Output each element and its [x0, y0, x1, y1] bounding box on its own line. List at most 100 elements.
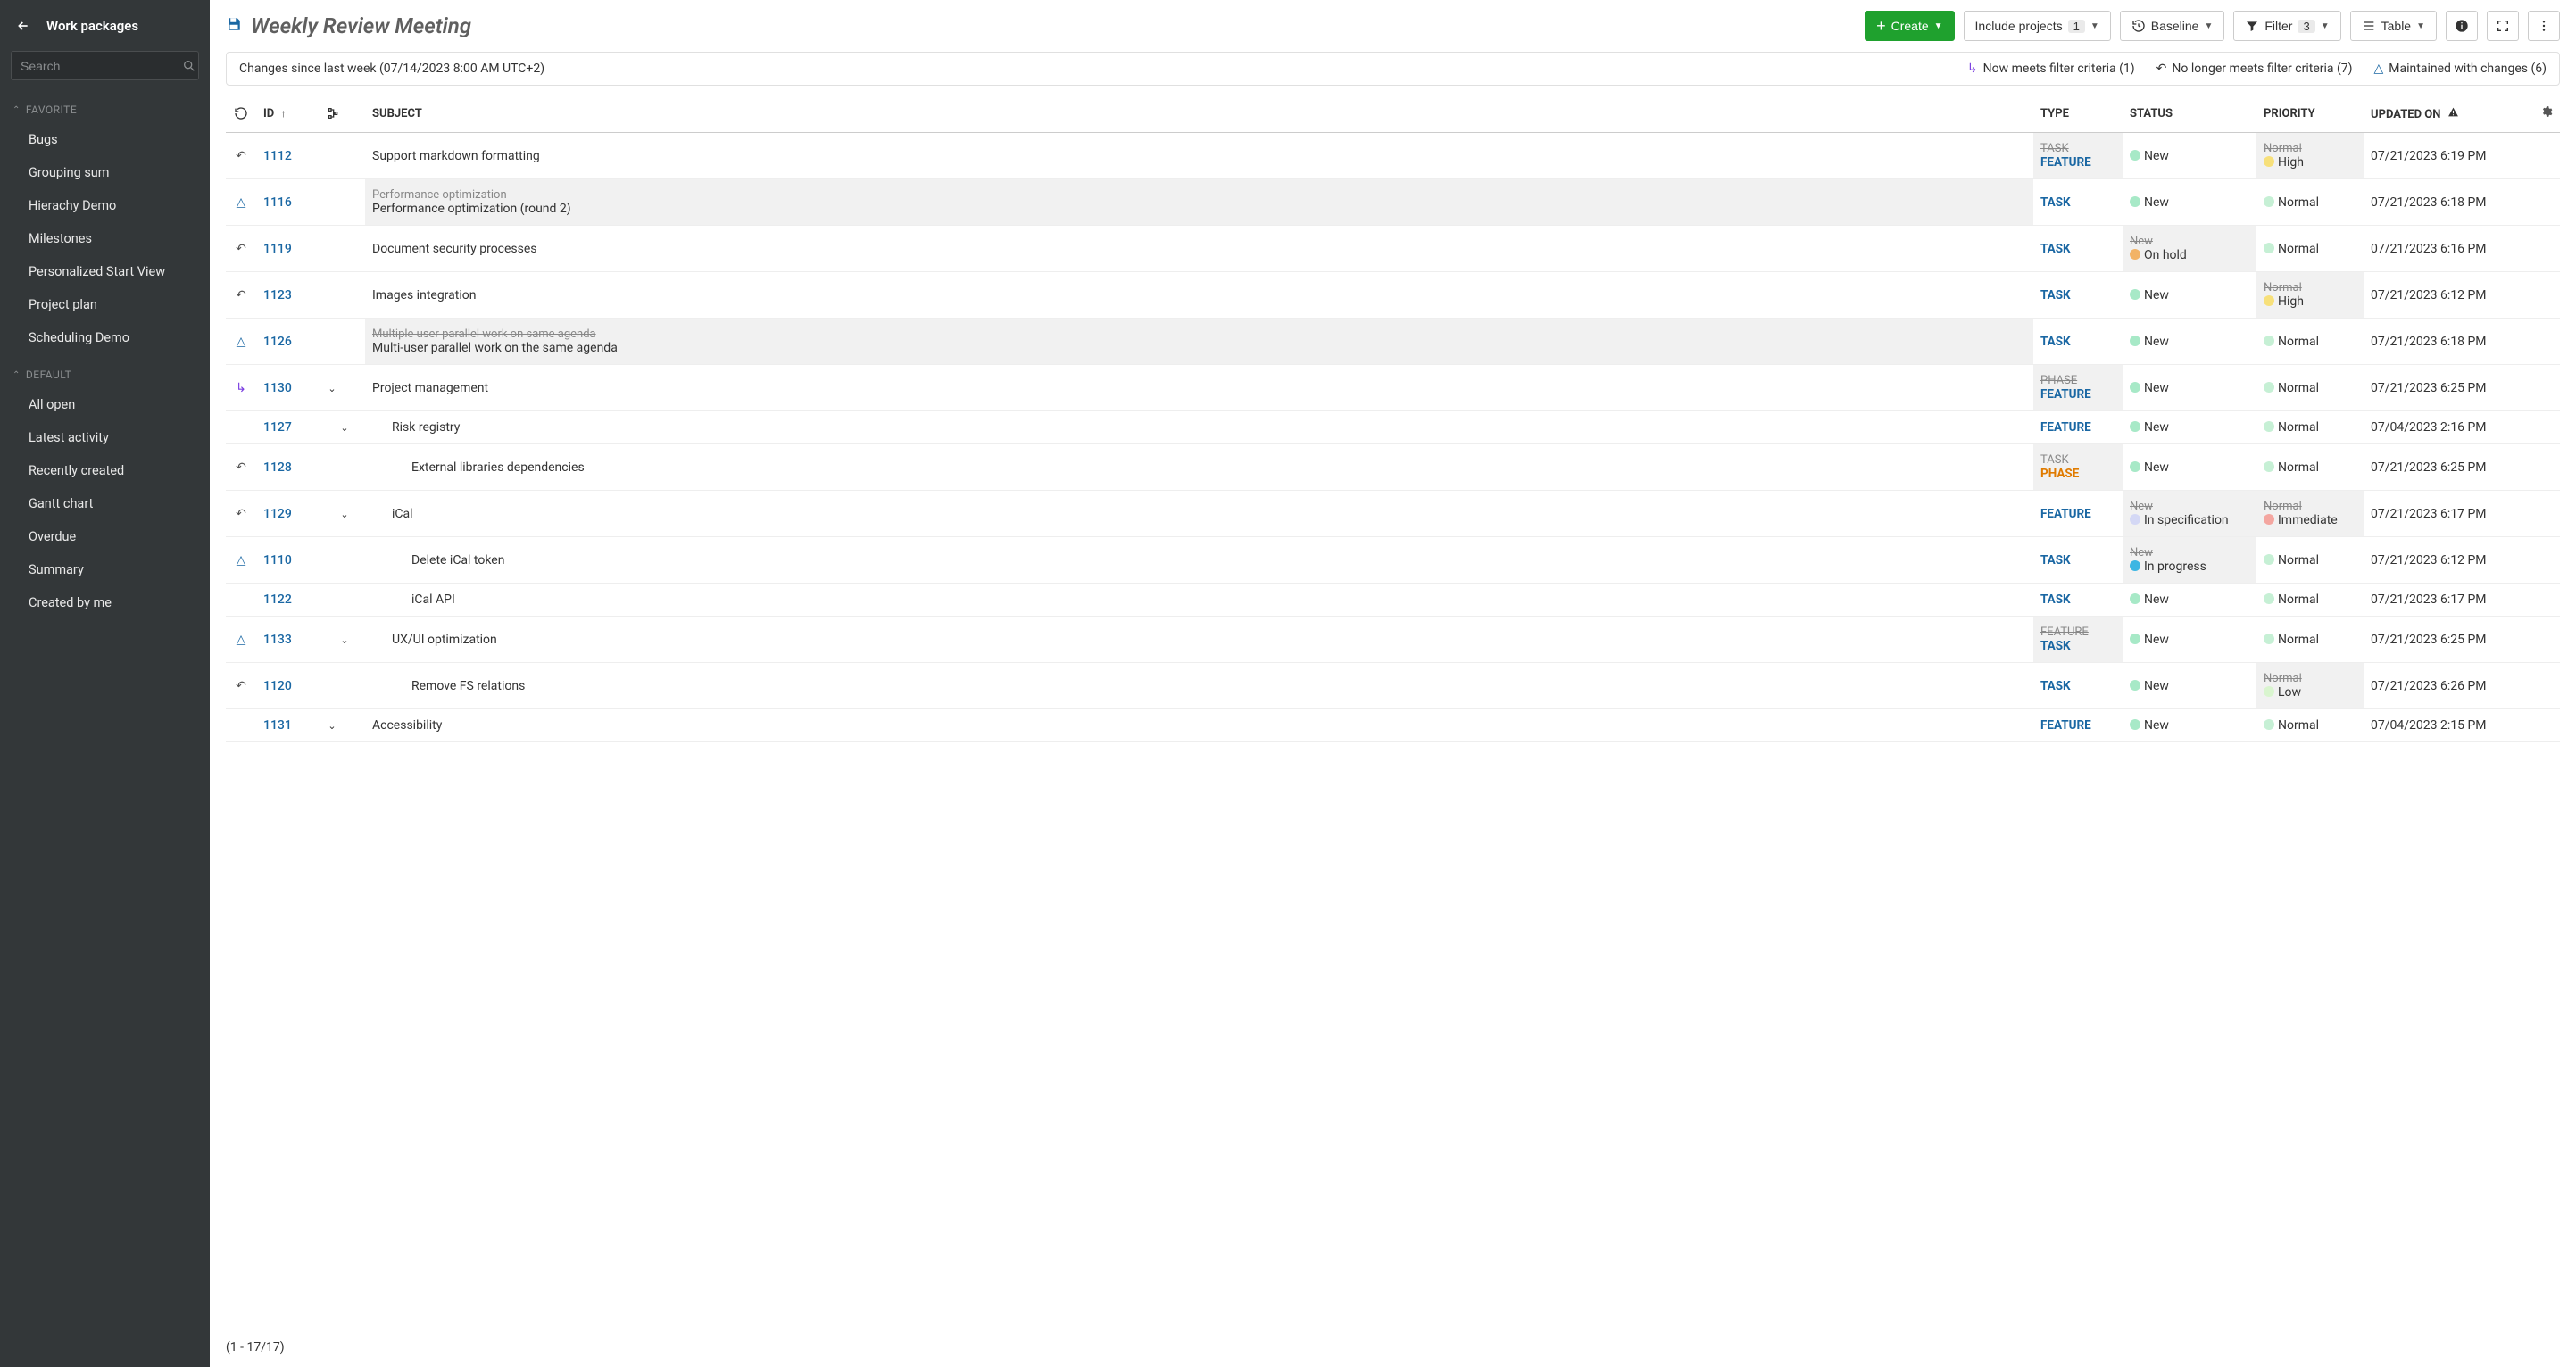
history-icon: [2131, 19, 2146, 33]
cell-subject[interactable]: Images integration: [365, 272, 2033, 319]
col-id[interactable]: ID ↑: [256, 91, 319, 133]
gear-icon[interactable]: [2540, 108, 2553, 121]
cell-id[interactable]: 1120: [256, 663, 319, 709]
filter-icon: [2245, 19, 2259, 33]
back-arrow-icon[interactable]: [16, 16, 30, 35]
save-icon[interactable]: [226, 16, 242, 37]
cell-subject[interactable]: Document security processes: [365, 226, 2033, 272]
status-dot: [2130, 249, 2140, 260]
table-row[interactable]: △1110Delete iCal tokenTASKNewIn progress…: [226, 537, 2560, 584]
sidebar-item[interactable]: Summary: [0, 553, 210, 586]
cell-subject[interactable]: Risk registry: [365, 411, 2033, 444]
sidebar-item[interactable]: Grouping sum: [0, 156, 210, 189]
sidebar-item[interactable]: Latest activity: [0, 421, 210, 454]
table-row[interactable]: ↶1123Images integrationTASKNewNormalHigh…: [226, 272, 2560, 319]
chevron-down-icon[interactable]: ⌄: [338, 422, 351, 434]
col-status[interactable]: STATUS: [2123, 91, 2256, 133]
table-row[interactable]: 1131⌄AccessibilityFEATURENewNormal07/04/…: [226, 709, 2560, 742]
cell-id[interactable]: 1128: [256, 444, 319, 491]
triangle-icon: △: [2374, 62, 2384, 76]
cell-subject[interactable]: UX/UI optimization: [365, 617, 2033, 663]
col-hierarchy[interactable]: [319, 91, 365, 133]
cell-subject[interactable]: iCal: [365, 491, 2033, 537]
sidebar-item[interactable]: Project plan: [0, 288, 210, 321]
cell-id[interactable]: 1133: [256, 617, 319, 663]
sidebar-item[interactable]: Recently created: [0, 454, 210, 487]
cell-tree-toggle[interactable]: ⌄: [319, 617, 365, 663]
cell-tree-toggle[interactable]: ⌄: [319, 365, 365, 411]
cell-subject[interactable]: Delete iCal token: [365, 537, 2033, 584]
col-settings[interactable]: [2533, 91, 2560, 133]
table-row[interactable]: △1133⌄UX/UI optimizationFEATURETASKNewNo…: [226, 617, 2560, 663]
table-row[interactable]: 1122iCal APITASKNewNormal07/21/2023 6:17…: [226, 584, 2560, 617]
search-input-wrap[interactable]: [11, 51, 199, 80]
cell-status: New: [2123, 272, 2256, 319]
nav-heading[interactable]: ⌃DEFAULT: [0, 361, 210, 388]
col-subject[interactable]: SUBJECT: [365, 91, 2033, 133]
fullscreen-button[interactable]: [2487, 11, 2519, 41]
cell-id[interactable]: 1119: [256, 226, 319, 272]
cell-id[interactable]: 1127: [256, 411, 319, 444]
create-button[interactable]: + Create ▼: [1865, 11, 1954, 41]
cell-subject[interactable]: External libraries dependencies: [365, 444, 2033, 491]
col-updated[interactable]: UPDATED ON: [2364, 91, 2533, 133]
cell-id[interactable]: 1126: [256, 319, 319, 365]
cell-id[interactable]: 1130: [256, 365, 319, 411]
cell-id[interactable]: 1131: [256, 709, 319, 742]
cell-id[interactable]: 1116: [256, 179, 319, 226]
col-type[interactable]: TYPE: [2033, 91, 2123, 133]
nav-heading[interactable]: ⌃FAVORITE: [0, 96, 210, 123]
sidebar-item[interactable]: Bugs: [0, 123, 210, 156]
table-row[interactable]: △1126Multiple user parallel work on same…: [226, 319, 2560, 365]
filter-button[interactable]: Filter 3 ▼: [2233, 11, 2340, 41]
col-priority[interactable]: PRIORITY: [2256, 91, 2364, 133]
include-projects-button[interactable]: Include projects 1 ▼: [1964, 11, 2111, 41]
table-row[interactable]: ↶1112Support markdown formattingTASKFEAT…: [226, 133, 2560, 179]
cell-delta: ↳: [226, 365, 256, 411]
baseline-button[interactable]: Baseline ▼: [2120, 11, 2225, 41]
cell-subject[interactable]: Multiple user parallel work on same agen…: [365, 319, 2033, 365]
sidebar-item[interactable]: Scheduling Demo: [0, 321, 210, 354]
chevron-down-icon[interactable]: ⌄: [338, 509, 351, 520]
table-row[interactable]: ↶1128External libraries dependenciesTASK…: [226, 444, 2560, 491]
chevron-down-icon[interactable]: ⌄: [326, 383, 338, 394]
sidebar-item[interactable]: Milestones: [0, 222, 210, 255]
cell-tree-toggle[interactable]: ⌄: [319, 491, 365, 537]
cell-id[interactable]: 1112: [256, 133, 319, 179]
sidebar-item[interactable]: Personalized Start View: [0, 255, 210, 288]
chevron-down-icon[interactable]: ⌄: [326, 720, 338, 732]
status-dot: [2130, 719, 2140, 730]
col-delta[interactable]: [226, 91, 256, 133]
cell-subject[interactable]: Remove FS relations: [365, 663, 2033, 709]
cell-id[interactable]: 1110: [256, 537, 319, 584]
cell-blank: [2533, 226, 2560, 272]
cell-tree-toggle[interactable]: ⌄: [319, 709, 365, 742]
cell-id[interactable]: 1129: [256, 491, 319, 537]
info-button[interactable]: [2446, 11, 2478, 41]
cell-id[interactable]: 1122: [256, 584, 319, 617]
priority-dot: [2264, 554, 2274, 565]
table-row[interactable]: 1127⌄Risk registryFEATURENewNormal07/04/…: [226, 411, 2560, 444]
cell-tree-toggle[interactable]: ⌄: [319, 411, 365, 444]
cell-subject[interactable]: Performance optimizationPerformance opti…: [365, 179, 2033, 226]
view-button[interactable]: Table ▼: [2350, 11, 2437, 41]
cell-subject[interactable]: Accessibility: [365, 709, 2033, 742]
table-row[interactable]: △1116Performance optimizationPerformance…: [226, 179, 2560, 226]
table-row[interactable]: ↶1119Document security processesTASKNewO…: [226, 226, 2560, 272]
sidebar-item[interactable]: Hierachy Demo: [0, 189, 210, 222]
cell-type: FEATURE: [2033, 709, 2123, 742]
sidebar-item[interactable]: Overdue: [0, 520, 210, 553]
sidebar-item[interactable]: Gantt chart: [0, 487, 210, 520]
cell-subject[interactable]: Support markdown formatting: [365, 133, 2033, 179]
cell-id[interactable]: 1123: [256, 272, 319, 319]
more-button[interactable]: [2528, 11, 2560, 41]
sidebar-item[interactable]: All open: [0, 388, 210, 421]
table-row[interactable]: ↳1130⌄Project managementPHASEFEATURENewN…: [226, 365, 2560, 411]
table-row[interactable]: ↶1129⌄iCalFEATURENewIn specificationNorm…: [226, 491, 2560, 537]
sidebar-item[interactable]: Created by me: [0, 586, 210, 619]
search-input[interactable]: [21, 59, 182, 73]
chevron-down-icon[interactable]: ⌄: [338, 634, 351, 646]
table-row[interactable]: ↶1120Remove FS relationsTASKNewNormalLow…: [226, 663, 2560, 709]
cell-subject[interactable]: Project management: [365, 365, 2033, 411]
cell-subject[interactable]: iCal API: [365, 584, 2033, 617]
